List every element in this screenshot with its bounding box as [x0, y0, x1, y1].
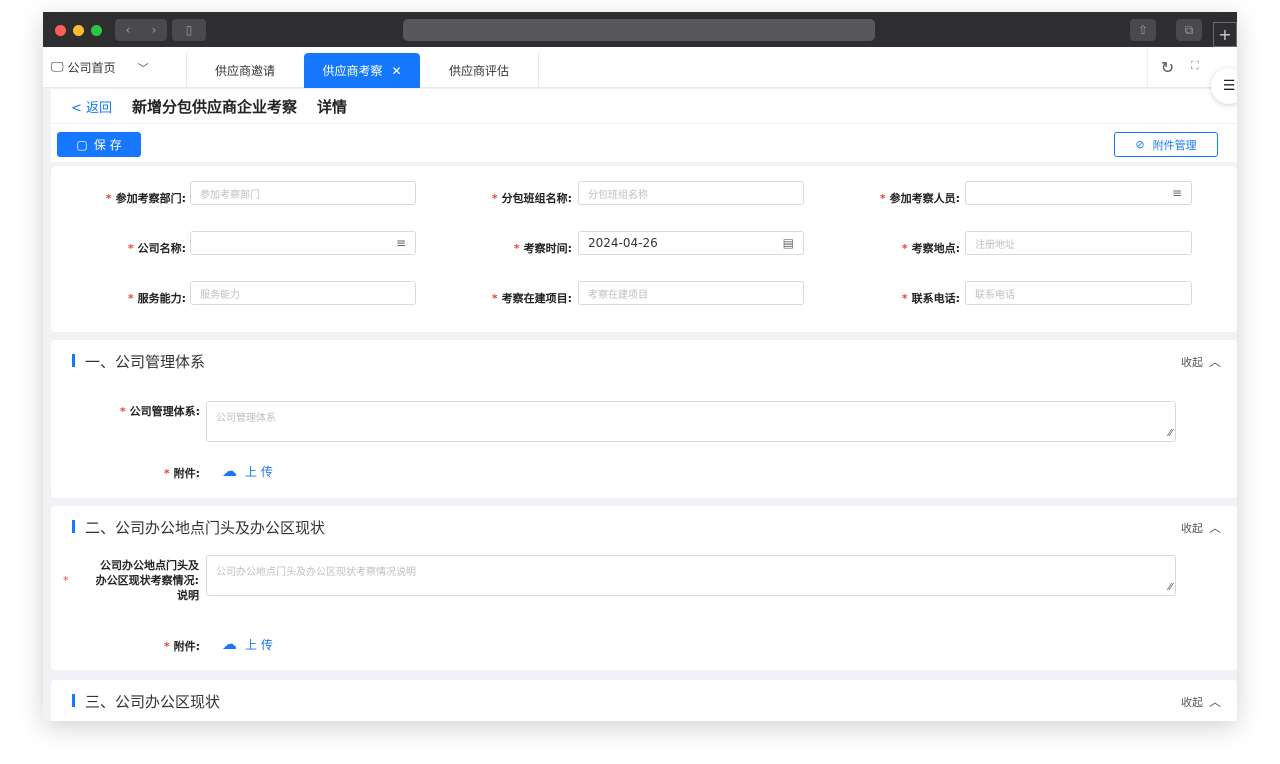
tab-label: 供应商邀请	[214, 64, 275, 78]
section-management-system: 一、公司管理体系 收起 ︿ * 公司管理体系: 公司管理体系 ⁄⁄ * 附件: ☁ 上…	[51, 340, 1237, 498]
minimize-window-button[interactable]	[73, 25, 84, 36]
time-value: 2024-04-26	[588, 236, 658, 250]
basic-info-form: * 参加考察部门: 参加考察部门 * 分包班组名称: 分包班组名称 * 参加考察人员:…	[51, 166, 1237, 332]
action-toolbar: ▢ 保 存 ⊘ 附件管理	[51, 124, 1237, 162]
tab-label: 供应商评估	[448, 64, 509, 78]
attachment-label: * 附件:	[163, 640, 200, 653]
resize-handle-icon[interactable]: ⁄⁄	[1169, 428, 1172, 439]
company-select[interactable]: ≡	[190, 231, 416, 255]
chevron-right-icon[interactable]: ›	[141, 23, 167, 37]
cloud-upload-icon: ☁	[222, 462, 237, 480]
team-input[interactable]: 分包班组名称	[578, 181, 804, 205]
share-icon[interactable]: ⇧	[1130, 19, 1156, 41]
team-label: * 分包班组名称:	[491, 192, 572, 205]
management-system-label: * 公司管理体系:	[119, 405, 200, 418]
project-input[interactable]: 考察在建项目	[578, 281, 804, 305]
app-tab-bar: 🖵 公司首页 ﹀ 供应商邀请 供应商考察 ✕ 供应商评估 ↻ ⛶	[43, 47, 1237, 88]
cloud-upload-icon: ☁	[222, 635, 237, 653]
office-front-label: 公司办公地点门头及 办公区现状考察情况: 说明	[95, 559, 199, 602]
nav-buttons: ‹ ›	[115, 19, 167, 41]
time-label: * 考察时间:	[513, 242, 572, 255]
management-system-textarea[interactable]: 公司管理体系 ⁄⁄	[206, 401, 1176, 442]
tab-divider	[538, 53, 539, 88]
zoom-window-button[interactable]	[91, 25, 102, 36]
time-date-picker[interactable]: 2024-04-26 ▤	[578, 231, 804, 255]
phone-label: * 联系电话:	[901, 292, 960, 305]
chevron-left-icon[interactable]: ‹	[115, 23, 141, 37]
section-office-area: 三、公司办公区现状 收起 ︿	[51, 680, 1237, 721]
tabs-overview-icon[interactable]: ⧉	[1176, 19, 1202, 41]
section-title: 三、公司办公区现状	[85, 693, 221, 711]
tab-label: 供应商考察	[322, 64, 383, 78]
tab-supplier-evaluation[interactable]: 供应商评估	[421, 53, 537, 88]
browser-window: ‹ › ▯ ⇧ ⧉ + 🖵 公司首页 ﹀ 供应商邀请 供应商考察 ✕ 供应商评估…	[43, 12, 1237, 721]
chevron-up-icon: ︿	[1208, 695, 1221, 709]
new-tab-icon[interactable]: +	[1213, 22, 1237, 47]
page-subtitle: 详情	[317, 97, 348, 116]
save-icon: ▢	[76, 137, 88, 152]
sidebar-toggle-icon[interactable]: ▯	[172, 19, 206, 41]
staff-label: * 参加考察人员:	[879, 192, 960, 205]
filter-icon: ≡	[1171, 186, 1182, 200]
attachment-label: * 附件:	[163, 467, 200, 480]
back-link[interactable]: < 返回	[71, 97, 112, 116]
section-title: 二、公司办公地点门头及办公区现状	[85, 519, 326, 537]
attachment-manage-button[interactable]: ⊘ 附件管理	[1114, 132, 1218, 157]
fullscreen-icon[interactable]: ⛶	[1191, 59, 1199, 73]
chevron-up-icon: ︿	[1208, 521, 1221, 535]
resize-handle-icon[interactable]: ⁄⁄	[1169, 582, 1172, 593]
collapse-toggle[interactable]: 收起 ︿	[1181, 693, 1221, 710]
section-accent-bar	[72, 694, 75, 707]
section-accent-bar	[72, 520, 75, 533]
close-icon[interactable]: ✕	[391, 64, 401, 78]
close-window-button[interactable]	[55, 25, 66, 36]
collapse-toggle[interactable]: 收起 ︿	[1181, 353, 1221, 370]
dept-input[interactable]: 参加考察部门	[190, 181, 416, 205]
page-title: 新增分包供应商企业考察	[132, 97, 298, 116]
tab-supplier-inspection[interactable]: 供应商考察 ✕	[304, 53, 420, 88]
address-bar[interactable]	[403, 19, 875, 41]
monitor-icon: 🖵	[51, 60, 64, 75]
paperclip-icon: ⊘	[1135, 138, 1145, 151]
tab-supplier-invite[interactable]: 供应商邀请	[187, 53, 303, 88]
project-label: * 考察在建项目:	[491, 292, 572, 305]
service-label: * 服务能力:	[127, 292, 186, 305]
filter-icon: ≡	[395, 236, 406, 250]
dept-label: * 参加考察部门:	[105, 192, 186, 205]
upload-button[interactable]: ☁ 上 传	[222, 462, 273, 480]
section-title: 一、公司管理体系	[85, 353, 206, 371]
collapse-toggle[interactable]: 收起 ︿	[1181, 519, 1221, 536]
refresh-icon[interactable]: ↻	[1147, 47, 1187, 88]
calendar-icon: ▤	[782, 236, 794, 250]
upload-button[interactable]: ☁ 上 传	[222, 635, 273, 653]
section-accent-bar	[72, 354, 75, 367]
service-input[interactable]: 服务能力	[190, 281, 416, 305]
phone-input[interactable]: 联系电话	[965, 281, 1192, 305]
section-office-front: 二、公司办公地点门头及办公区现状 收起 ︿ * 公司办公地点门头及 办公区现状考察…	[51, 506, 1237, 670]
tab-home[interactable]: 🖵 公司首页 ﹀	[51, 47, 149, 88]
chevron-up-icon: ︿	[1208, 355, 1221, 369]
chevron-down-icon[interactable]: ﹀	[138, 60, 149, 76]
attachment-manage-label: 附件管理	[1152, 138, 1197, 152]
save-button[interactable]: ▢ 保 存	[57, 132, 141, 157]
browser-titlebar: ‹ › ▯ ⇧ ⧉ +	[43, 12, 1237, 47]
office-front-textarea[interactable]: 公司办公地点门头及办公区现状考察情况说明 ⁄⁄	[206, 555, 1176, 596]
save-button-label: 保 存	[93, 138, 122, 152]
tab-home-label: 公司首页	[67, 61, 116, 75]
place-input[interactable]: 注册地址	[965, 231, 1192, 255]
company-label: * 公司名称:	[127, 242, 186, 255]
place-label: * 考察地点:	[901, 242, 960, 255]
staff-select[interactable]: ≡	[965, 181, 1192, 205]
page-header: < 返回 新增分包供应商企业考察 详情	[51, 89, 1237, 123]
